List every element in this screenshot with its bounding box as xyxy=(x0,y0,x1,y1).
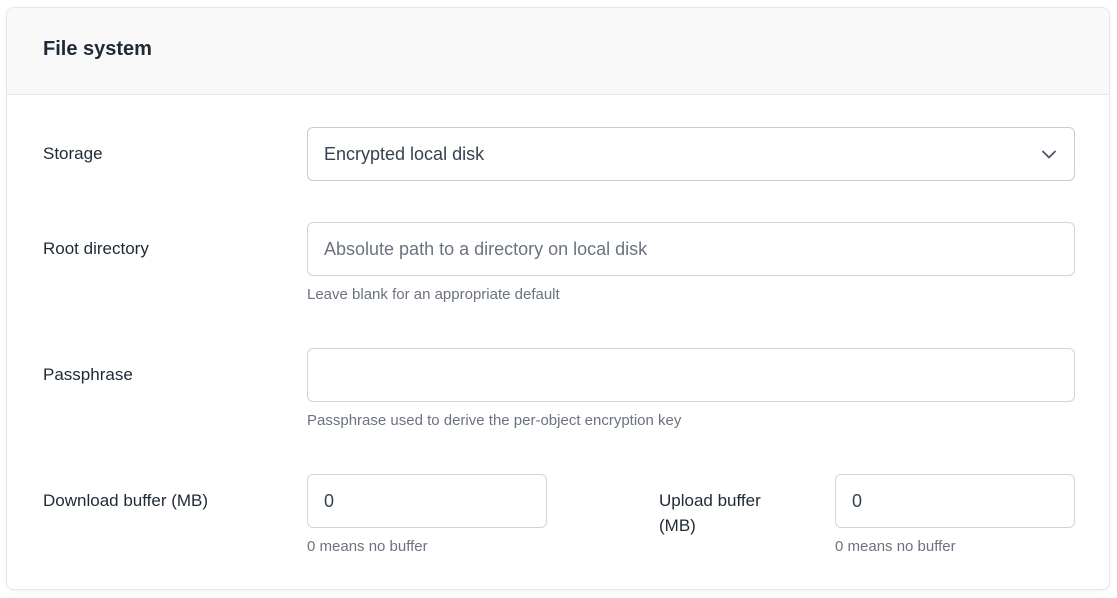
passphrase-input[interactable] xyxy=(307,348,1075,402)
upload-buffer-input[interactable] xyxy=(835,474,1075,528)
download-buffer-help: 0 means no buffer xyxy=(307,538,428,555)
storage-select[interactable]: Encrypted local disk xyxy=(307,127,1075,181)
root-directory-label: Root directory xyxy=(43,239,149,258)
storage-label: Storage xyxy=(43,144,103,163)
upload-buffer-label: Upload buffer (MB) xyxy=(659,488,761,538)
card-header: File system xyxy=(7,8,1109,95)
storage-selected-value: Encrypted local disk xyxy=(324,143,485,164)
download-buffer-label: Download buffer (MB) xyxy=(43,491,209,510)
file-system-card: File system Storage Encrypted local disk… xyxy=(6,7,1110,590)
root-directory-help: Leave blank for an appropriate default xyxy=(307,286,560,303)
upload-buffer-label-line1: Upload buffer xyxy=(659,491,761,510)
chevron-down-icon xyxy=(1040,145,1058,163)
passphrase-label: Passphrase xyxy=(43,365,133,384)
upload-buffer-help: 0 means no buffer xyxy=(835,538,956,555)
root-directory-input[interactable] xyxy=(307,222,1075,276)
card-title: File system xyxy=(43,38,152,60)
upload-buffer-label-line2: (MB) xyxy=(659,516,696,535)
passphrase-help: Passphrase used to derive the per-object… xyxy=(307,412,682,429)
download-buffer-input[interactable] xyxy=(307,474,547,528)
